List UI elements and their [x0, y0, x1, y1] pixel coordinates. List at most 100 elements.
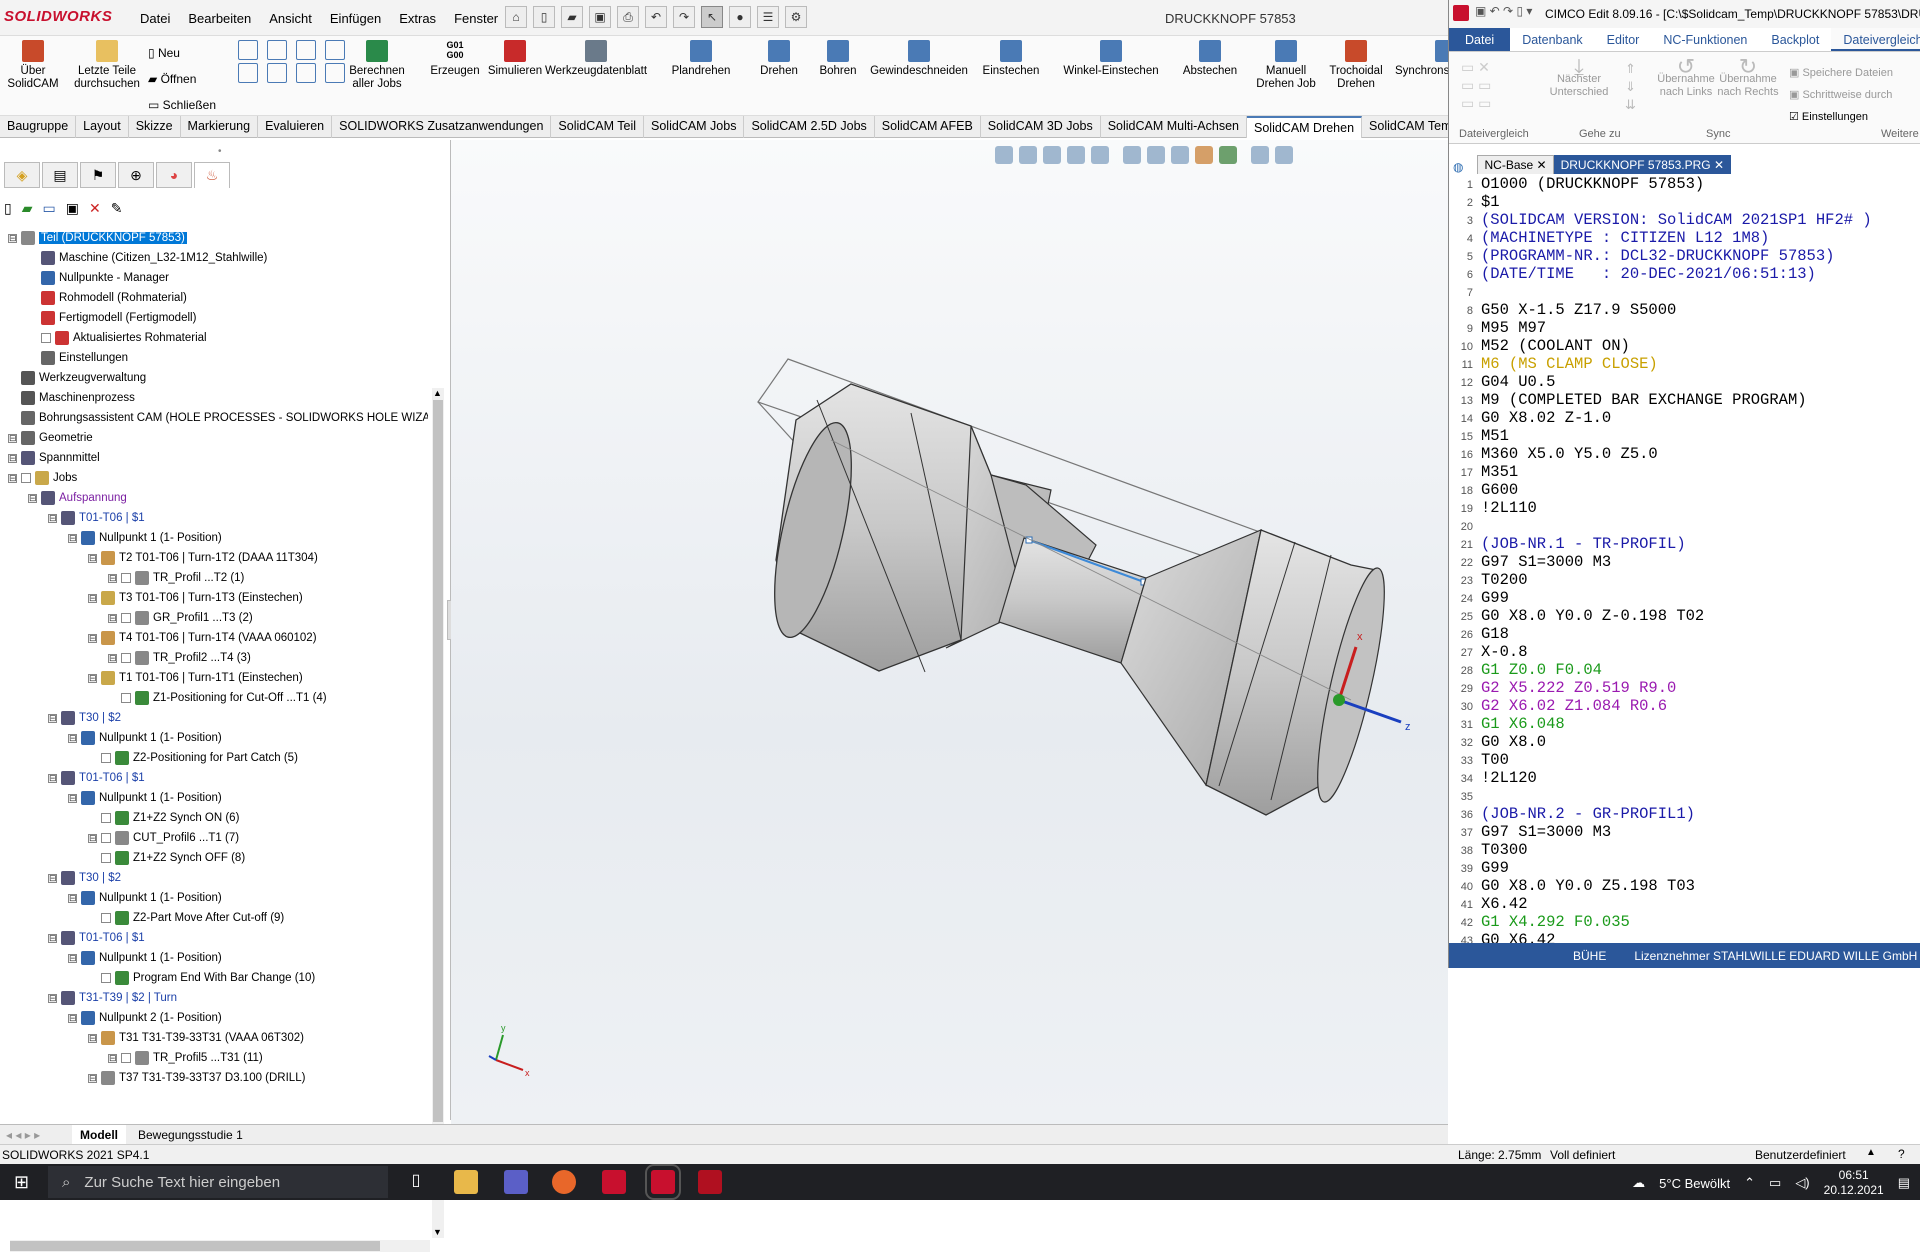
print-icon[interactable]: ⎙ — [617, 6, 639, 28]
tree-node[interactable]: Bohrungsassistent CAM (HOLE PROCESSES - … — [8, 408, 428, 428]
tree-toggle[interactable]: ⊟ — [108, 653, 117, 663]
tree-toggle[interactable]: ⊟ — [68, 733, 77, 743]
about-solidcam-button[interactable]: Über SolidCAM — [4, 40, 62, 91]
clock[interactable]: 06:51 20.12.2021 — [1824, 1168, 1884, 1198]
network-icon[interactable]: ▭ — [1769, 1175, 1781, 1191]
gear-icon[interactable]: ⚙ — [785, 6, 807, 28]
open-button[interactable]: ▰ Öffnen — [148, 66, 216, 92]
file-compare-icons[interactable]: ▭ ✕ ▭ ▭ ▭ ▭ — [1461, 58, 1491, 112]
tree-toggle[interactable]: ⊟ — [48, 713, 57, 723]
cimco-taskbar-icon[interactable] — [645, 1164, 681, 1200]
code-line[interactable]: 21 (JOB-NR.1 - TR-PROFIL) — [1449, 535, 1920, 553]
weather-text[interactable]: 5°C Bewölkt — [1659, 1176, 1730, 1191]
menu-1[interactable]: Bearbeiten — [188, 11, 251, 26]
hide-show-items-icon[interactable] — [1171, 146, 1189, 164]
tree-node[interactable]: ⊟ T01-T06 | $1 — [48, 928, 145, 948]
tree-checkbox[interactable] — [101, 833, 111, 843]
solidworks-taskbar-icon[interactable] — [698, 1170, 722, 1194]
tree-toggle[interactable]: ⊟ — [8, 433, 17, 443]
tree-node[interactable]: ⊟ T01-T06 | $1 — [48, 508, 145, 528]
model-viewport[interactable]: z x x y — [451, 140, 1448, 1125]
cmd-button-5[interactable]: Drehen — [755, 40, 803, 78]
cimco-tab-5[interactable]: Dateivergleich — [1831, 28, 1920, 51]
tree-toggle[interactable]: ⊟ — [68, 533, 77, 543]
code-line[interactable]: 41 X6.42 — [1449, 895, 1920, 913]
goto-arrow-icons[interactable]: ⇑ ⇓ ⇊ — [1625, 60, 1645, 114]
code-line[interactable]: 17 M351 — [1449, 463, 1920, 481]
tree-toggle[interactable]: ⊟ — [8, 233, 17, 243]
code-line[interactable]: 42 G1 X4.292 F0.035 — [1449, 913, 1920, 931]
tab-model[interactable]: Modell — [72, 1125, 126, 1145]
cmd-button-11[interactable]: Manuell Drehen Job — [1255, 40, 1317, 91]
cmd-button-4[interactable]: Plandrehen — [663, 40, 739, 78]
code-line[interactable]: 29 G2 X5.222 Z0.519 R9.0 — [1449, 679, 1920, 697]
code-line[interactable]: 18 G600 — [1449, 481, 1920, 499]
tree-node[interactable]: ⊟ Nullpunkt 1 (1- Position) — [68, 788, 222, 808]
tree-node[interactable]: Z2-Part Move After Cut-off (9) — [88, 908, 284, 928]
tree-node[interactable]: Einstellungen — [28, 348, 128, 368]
menu-3[interactable]: Einfügen — [330, 11, 381, 26]
tree-node[interactable]: ⊟ Nullpunkt 1 (1- Position) — [68, 528, 222, 548]
tree-toggle[interactable]: ⊟ — [48, 993, 57, 1003]
cmd-button-12[interactable]: Trochoidal Drehen — [1325, 40, 1387, 91]
tree-checkbox[interactable] — [121, 613, 131, 623]
code-line[interactable]: 36 (JOB-NR.2 - GR-PROFIL1) — [1449, 805, 1920, 823]
tree-toggle[interactable]: ⊟ — [108, 573, 117, 583]
tree-node[interactable]: ⊟ Spannmittel — [8, 448, 100, 468]
tab-feature-manager[interactable]: ◈ — [4, 162, 40, 188]
task-view-icon[interactable]: ▯ — [404, 1170, 428, 1194]
tree-toggle[interactable]: ⊟ — [88, 833, 97, 843]
code-line[interactable]: 27 X-0.8 — [1449, 643, 1920, 661]
tree-toggle[interactable]: ⊟ — [48, 773, 57, 783]
code-line[interactable]: 38 T0300 — [1449, 841, 1920, 859]
code-line[interactable]: 7 — [1449, 283, 1920, 301]
taskbar-search[interactable]: ⌕ Zur Suche Text hier eingeben — [48, 1166, 388, 1198]
cimco-tab-1[interactable]: Datenbank — [1510, 28, 1594, 51]
code-line[interactable]: 25 G0 X8.0 Y0.0 Z-0.198 T02 — [1449, 607, 1920, 625]
tab-property-manager[interactable]: ▤ — [42, 162, 78, 188]
menu-5[interactable]: Fenster — [454, 11, 498, 26]
new-button[interactable]: ▯ Neu — [148, 40, 216, 66]
step-through-button[interactable]: ▣ Schrittweise durch — [1789, 84, 1893, 106]
code-line[interactable]: 12 G04 U0.5 — [1449, 373, 1920, 391]
code-line[interactable]: 22 G97 S1=3000 M3 — [1449, 553, 1920, 571]
cam-part-icon[interactable] — [267, 40, 287, 60]
code-line[interactable]: 19 !2L110 — [1449, 499, 1920, 517]
tree-checkbox[interactable] — [121, 573, 131, 583]
cmd-button-0[interactable]: Berechnen aller Jobs — [345, 40, 409, 91]
cam-part-icon[interactable] — [296, 40, 316, 60]
tree-node[interactable]: Program End With Bar Change (10) — [88, 968, 315, 988]
view-orientation-icon[interactable] — [1123, 146, 1141, 164]
tree-node[interactable]: ⊟ TR_Profil ...T2 (1) — [108, 568, 244, 588]
file-properties-icon[interactable]: ☰ — [757, 6, 779, 28]
section-view-icon[interactable] — [1067, 146, 1085, 164]
tree-node[interactable]: ⊟ T30 | $2 — [48, 868, 121, 888]
apply-scene-icon[interactable] — [1219, 146, 1237, 164]
folder-icon[interactable]: ▭ — [43, 200, 56, 217]
save-icon[interactable]: ▣ — [589, 6, 611, 28]
close-icon[interactable]: ✕ — [1714, 158, 1724, 172]
traffic-light-icon[interactable]: ● — [729, 6, 751, 28]
open-icon[interactable]: ▰ — [22, 200, 33, 217]
code-line[interactable]: 2 $1 — [1449, 193, 1920, 211]
code-line[interactable]: 5 (PROGRAMM-NR.: DCL32-DRUCKKNOPF 57853) — [1449, 247, 1920, 265]
code-line[interactable]: 3 (SOLIDCAM VERSION: SolidCAM 2021SP1 HF2… — [1449, 211, 1920, 229]
code-line[interactable]: 33 T00 — [1449, 751, 1920, 769]
tree-toggle[interactable]: ⊟ — [88, 1073, 97, 1083]
code-line[interactable]: 23 T0200 — [1449, 571, 1920, 589]
tab-7[interactable]: SolidCAM Jobs — [644, 116, 745, 138]
cimco-tab-2[interactable]: Editor — [1595, 28, 1652, 51]
tab-2[interactable]: Skizze — [129, 116, 181, 138]
view-settings-icon[interactable] — [1251, 146, 1269, 164]
tree-scrollbar-thumb[interactable] — [433, 400, 443, 1122]
tree-checkbox[interactable] — [121, 693, 131, 703]
tab-8[interactable]: SolidCAM 2.5D Jobs — [744, 116, 875, 138]
tree-node[interactable]: Z1+Z2 Synch OFF (8) — [88, 848, 245, 868]
tree-node[interactable]: ⊟ T01-T06 | $1 — [48, 768, 145, 788]
redo-icon[interactable]: ↷ — [673, 6, 695, 28]
tree-node[interactable]: ⊟ T31-T39 | $2 | Turn — [48, 988, 177, 1008]
tree-toggle[interactable]: ⊟ — [48, 513, 57, 523]
tree-node[interactable]: ⊟ Nullpunkt 1 (1- Position) — [68, 948, 222, 968]
zoom-to-fit-icon[interactable] — [995, 146, 1013, 164]
tab-druckknopf-prg[interactable]: DRUCKKNOPF 57853.PRG ✕ — [1553, 155, 1732, 174]
